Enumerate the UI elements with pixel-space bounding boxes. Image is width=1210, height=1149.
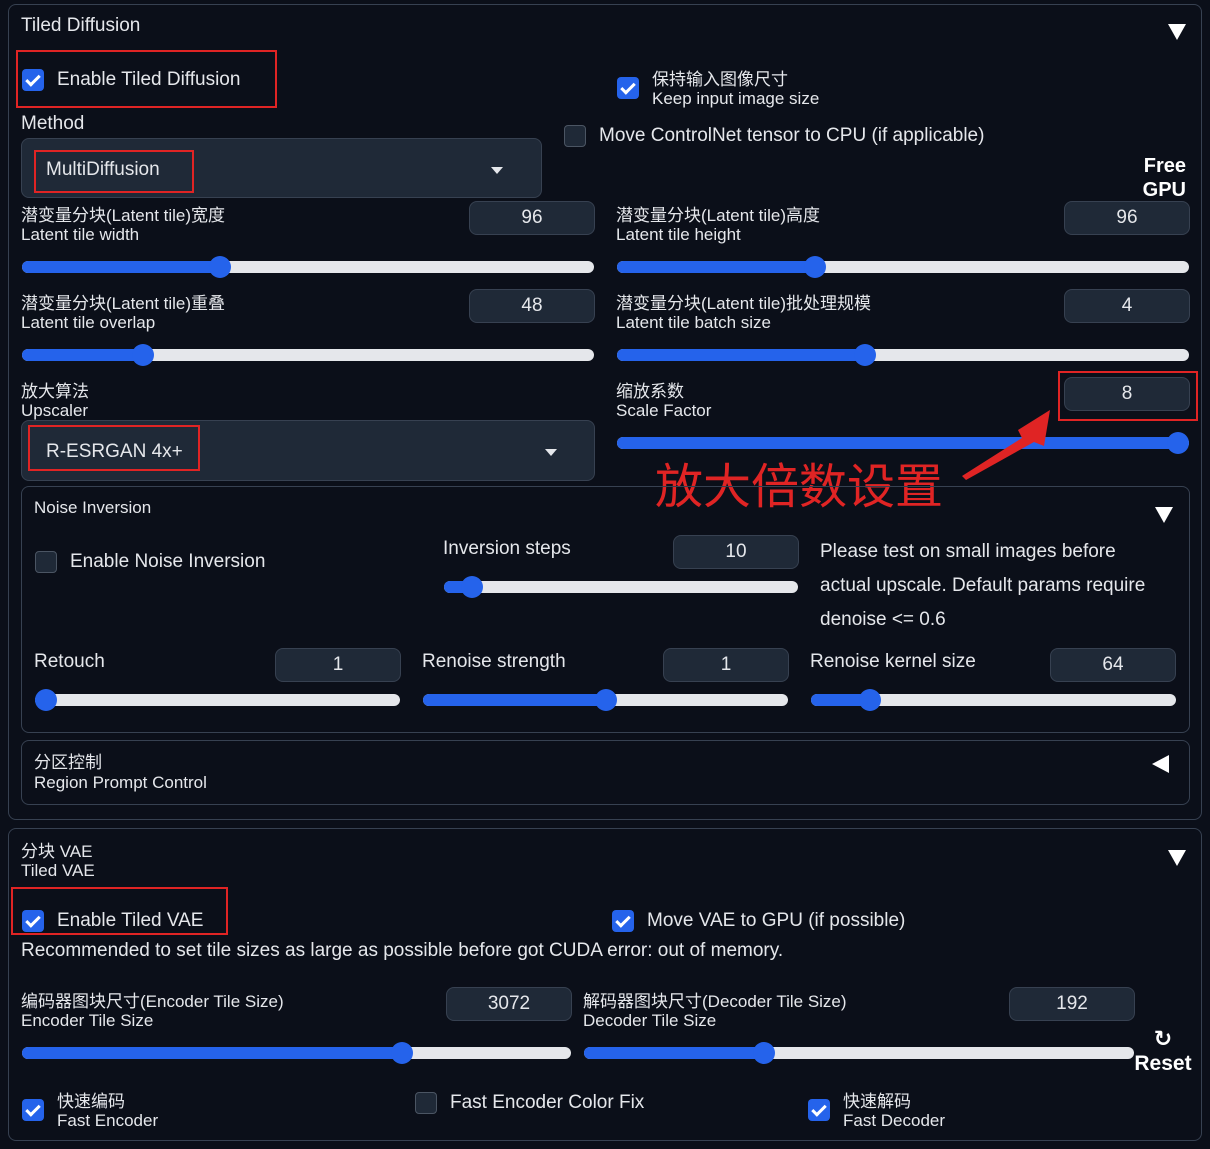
inversion-steps-input[interactable]: 10 (673, 535, 799, 569)
tiled-vae-title-en: Tiled VAE (21, 861, 95, 880)
upscaler-label-en: Upscaler (21, 401, 89, 420)
method-label: Method (21, 113, 85, 134)
highlight-box (16, 50, 277, 108)
keep-input-size-label-en[interactable]: Keep input image size (652, 89, 819, 108)
tile-height-slider-handle[interactable] (804, 256, 826, 278)
tile-overlap-input[interactable]: 48 (469, 289, 595, 323)
highlight-box (28, 425, 200, 471)
decoder-tile-input[interactable]: 192 (1009, 987, 1135, 1021)
scale-factor-slider[interactable] (617, 437, 1189, 449)
tile-batch-input[interactable]: 4 (1064, 289, 1190, 323)
note-line-3: denoise <= 0.6 (820, 609, 946, 630)
fast-encoder-label-en[interactable]: Fast Encoder (57, 1111, 158, 1130)
renoise-strength-slider-handle[interactable] (594, 689, 617, 711)
reset-button[interactable]: ↻ Reset (1133, 1026, 1193, 1076)
tiled-diffusion-title: Tiled Diffusion (21, 15, 141, 36)
fast-decoder-checkbox[interactable] (808, 1099, 830, 1121)
tile-height-input[interactable]: 96 (1064, 201, 1190, 235)
collapse-toggle-icon[interactable] (1155, 507, 1173, 523)
highlight-box (11, 887, 228, 935)
move-vae-gpu-checkbox[interactable] (612, 910, 634, 932)
collapse-toggle-icon[interactable] (1168, 24, 1186, 40)
note-line-1: Please test on small images before (820, 541, 1116, 562)
free-gpu-label-line2: GPU (1142, 179, 1186, 201)
tile-width-slider-handle[interactable] (209, 256, 231, 278)
fast-decoder-label-cn[interactable]: 快速解码 (843, 1092, 911, 1111)
tiled-vae-title-cn: 分块 VAE (21, 842, 93, 861)
noise-inversion-title: Noise Inversion (34, 498, 152, 517)
tile-height-slider[interactable] (617, 261, 1189, 273)
move-controlnet-cpu-label[interactable]: Move ControlNet tensor to CPU (if applic… (599, 125, 984, 147)
renoise-kernel-label: Renoise kernel size (810, 651, 976, 672)
tile-width-label-cn: 潜变量分块(Latent tile)宽度 (21, 206, 226, 225)
region-control-title-en: Region Prompt Control (34, 773, 207, 792)
tile-width-slider[interactable] (22, 261, 594, 273)
tile-overlap-label-cn: 潜变量分块(Latent tile)重叠 (21, 294, 226, 313)
encoder-tile-input[interactable]: 3072 (446, 987, 572, 1021)
tile-overlap-slider[interactable] (22, 349, 594, 361)
chevron-down-icon (545, 449, 557, 456)
highlight-box (1058, 371, 1198, 421)
tile-width-label-en: Latent tile width (21, 225, 140, 244)
tile-height-label-cn: 潜变量分块(Latent tile)高度 (616, 206, 821, 225)
upscaler-label-cn: 放大算法 (21, 382, 89, 401)
retouch-label: Retouch (34, 651, 105, 672)
reset-label: Reset (1134, 1052, 1192, 1075)
enable-noise-inversion-checkbox[interactable] (35, 551, 57, 573)
annotation-arrow-icon (962, 410, 1050, 480)
scale-factor-slider-handle[interactable] (1167, 432, 1189, 454)
retouch-slider[interactable] (35, 694, 400, 706)
move-controlnet-cpu-checkbox[interactable] (564, 125, 586, 147)
tile-batch-slider-handle[interactable] (853, 344, 876, 366)
tiled-vae-recommendation: Recommended to set tile sizes as large a… (21, 940, 784, 961)
note-line-2: actual upscale. Default params require (820, 575, 1146, 596)
scale-factor-label-en: Scale Factor (616, 401, 712, 420)
chevron-down-icon (491, 167, 503, 174)
retouch-input[interactable]: 1 (275, 648, 401, 682)
scale-factor-label-cn: 缩放系数 (616, 382, 684, 401)
decoder-tile-label-en: Decoder Tile Size (583, 1011, 717, 1030)
collapse-toggle-icon[interactable] (1168, 850, 1186, 866)
expand-toggle-icon[interactable] (1152, 755, 1169, 773)
noise-inversion-note: Please test on small images before actua… (820, 535, 1145, 637)
fast-decoder-label-en[interactable]: Fast Decoder (843, 1111, 945, 1130)
retouch-slider-handle[interactable] (35, 689, 57, 711)
highlight-box (34, 150, 194, 193)
encoder-tile-slider[interactable] (22, 1047, 571, 1059)
fast-encoder-color-fix-label[interactable]: Fast Encoder Color Fix (450, 1092, 644, 1114)
renoise-kernel-input[interactable]: 64 (1050, 648, 1176, 682)
tile-overlap-slider-handle[interactable] (132, 344, 154, 366)
tile-batch-slider[interactable] (617, 349, 1189, 361)
encoder-tile-slider-handle[interactable] (390, 1042, 413, 1064)
keep-input-size-label-cn[interactable]: 保持输入图像尺寸 (652, 70, 788, 89)
free-gpu-label-line1: Free (1143, 155, 1186, 177)
fast-encoder-color-fix-checkbox[interactable] (415, 1092, 437, 1114)
decoder-tile-slider[interactable] (584, 1047, 1134, 1059)
encoder-tile-label-en: Encoder Tile Size (21, 1011, 154, 1030)
free-gpu-button[interactable]: Free GPU (1130, 154, 1186, 202)
inversion-steps-slider[interactable] (444, 581, 798, 593)
fast-encoder-label-cn[interactable]: 快速编码 (57, 1092, 125, 1111)
tile-width-input[interactable]: 96 (469, 201, 595, 235)
inversion-steps-slider-handle[interactable] (460, 576, 483, 598)
keep-input-size-checkbox[interactable] (617, 77, 639, 99)
region-control-title-cn: 分区控制 (34, 753, 102, 772)
tile-batch-label-cn: 潜变量分块(Latent tile)批处理规模 (616, 294, 872, 313)
encoder-tile-label-cn: 编码器图块尺寸(Encoder Tile Size) (21, 992, 284, 1011)
enable-noise-inversion-label[interactable]: Enable Noise Inversion (70, 551, 265, 573)
tile-height-label-en: Latent tile height (616, 225, 741, 244)
renoise-strength-input[interactable]: 1 (663, 648, 789, 682)
tile-batch-label-en: Latent tile batch size (616, 313, 771, 332)
decoder-tile-slider-handle[interactable] (752, 1042, 775, 1064)
tile-overlap-label-en: Latent tile overlap (21, 313, 156, 332)
decoder-tile-label-cn: 解码器图块尺寸(Decoder Tile Size) (583, 992, 847, 1011)
inversion-steps-label: Inversion steps (443, 538, 571, 559)
renoise-strength-label: Renoise strength (422, 651, 566, 672)
fast-encoder-checkbox[interactable] (22, 1099, 44, 1121)
reset-icon: ↻ (1153, 1026, 1173, 1051)
renoise-kernel-slider-handle[interactable] (859, 689, 882, 711)
move-vae-gpu-label[interactable]: Move VAE to GPU (if possible) (647, 910, 905, 932)
